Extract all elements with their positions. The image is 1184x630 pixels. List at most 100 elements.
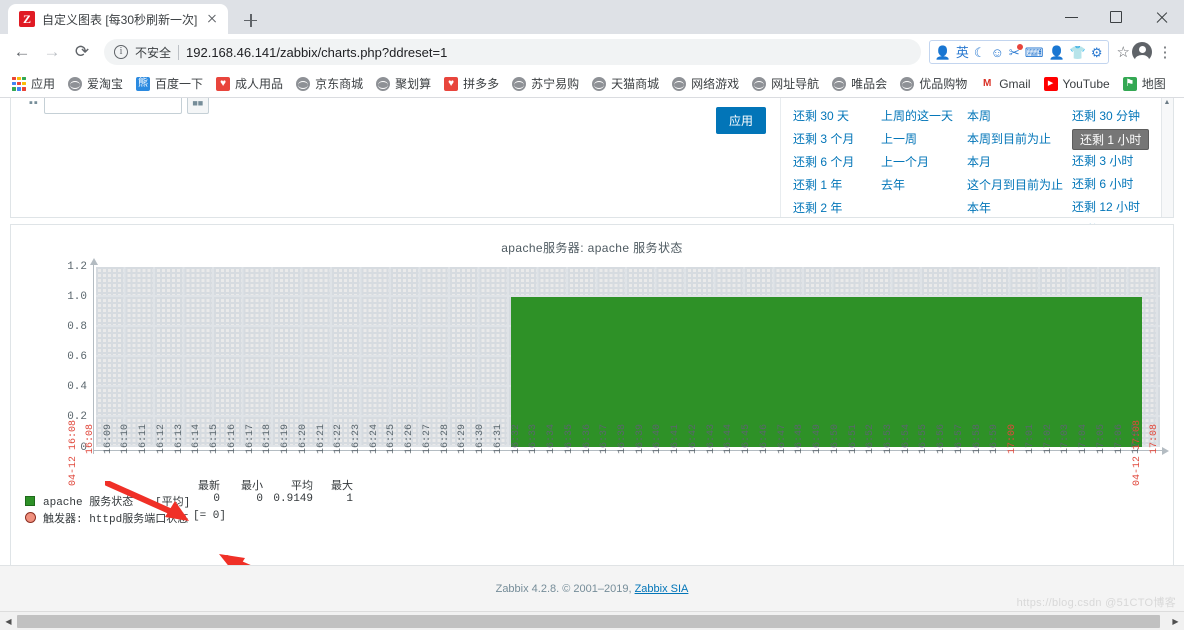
bookmark-tmall[interactable]: 天猫商城 xyxy=(586,72,665,95)
time-range-option-selected[interactable]: 还剩 1 小时 xyxy=(1072,129,1150,150)
bookmark-baidu[interactable]: 熊 百度一下 xyxy=(130,72,209,95)
time-range-option[interactable]: 还剩 30 天 xyxy=(793,105,881,128)
time-range-option[interactable]: 还剩 6 个月 xyxy=(793,151,881,174)
bookmark-juhuasuan[interactable]: 聚划算 xyxy=(370,72,437,95)
time-range-option[interactable]: 上一周 xyxy=(881,128,967,151)
close-window-icon[interactable] xyxy=(1139,0,1184,34)
maximize-icon[interactable] xyxy=(1094,0,1139,34)
x-tick-label: 16:53 xyxy=(883,423,894,454)
bookmark-adult[interactable]: ♥ 成人用品 xyxy=(210,72,289,95)
ime-keyboard-icon[interactable]: ⌨ xyxy=(1025,46,1044,59)
browser-menu-icon[interactable]: ⋮ xyxy=(1154,43,1176,61)
time-range-option[interactable]: 还剩 3 小时 xyxy=(1072,150,1172,173)
calendar-icon[interactable]: ■■ xyxy=(186,98,209,114)
profile-avatar[interactable] xyxy=(1132,42,1152,64)
x-tick-label: 17:03 xyxy=(1060,423,1072,454)
reload-icon[interactable]: ⟳ xyxy=(68,38,96,66)
baidu-icon: 熊 xyxy=(136,76,151,91)
bookmark-pinduoduo[interactable]: ♥ 拼多多 xyxy=(438,72,505,95)
pdd-icon: ♥ xyxy=(444,76,459,91)
scroll-right-icon[interactable]: ▶ xyxy=(1167,613,1184,630)
x-tick-label: 16:15 xyxy=(209,423,221,454)
globe-icon xyxy=(512,76,527,91)
x-tick-label: 16:39 xyxy=(634,423,646,454)
x-tick-label: 16:32 xyxy=(510,423,522,454)
browser-tab[interactable]: Z 自定义图表 [每30秒刷新一次] xyxy=(8,4,229,34)
trigger-name: 触发器: httpd服务端口状态 xyxy=(43,514,189,526)
x-tick-label: 16:56 xyxy=(936,423,948,454)
time-range-option[interactable]: 还剩 2 年 xyxy=(793,197,881,220)
time-range-option[interactable]: 本月 xyxy=(967,151,1072,174)
ime-smiley-icon[interactable]: ☺ xyxy=(991,46,1004,59)
bookmark-games[interactable]: 网络游戏 xyxy=(666,72,745,95)
zabbix-sia-link[interactable]: Zabbix SIA xyxy=(635,583,689,595)
ime-language-icon[interactable]: 英 xyxy=(956,46,969,59)
bookmark-apps[interactable]: 应用 xyxy=(6,72,61,95)
time-range-option[interactable]: 还剩 12 小时 xyxy=(1072,196,1172,219)
bookmark-navigation[interactable]: 网址导航 xyxy=(746,72,825,95)
time-range-option[interactable]: 本周到目前为止 xyxy=(967,128,1072,151)
minimize-icon[interactable] xyxy=(1049,0,1094,34)
back-icon[interactable]: ← xyxy=(8,38,36,66)
close-tab-icon[interactable] xyxy=(204,11,220,27)
ime-gear-icon[interactable]: ⚙ xyxy=(1091,46,1103,59)
bookmark-gmail[interactable]: M Gmail xyxy=(974,74,1036,94)
bookmark-youtube[interactable]: ▶ YouTube xyxy=(1038,74,1116,94)
series-name: apache 服务状态 xyxy=(43,497,134,509)
time-range-option[interactable]: 上一个月 xyxy=(881,151,967,174)
new-tab-button[interactable] xyxy=(236,6,264,34)
ime-shirt-icon[interactable]: 👕 xyxy=(1070,46,1086,59)
x-tick-label: 17:04 xyxy=(1078,423,1090,454)
bookmark-suning[interactable]: 苏宁易购 xyxy=(506,72,585,95)
y-tick-label: 1.2 xyxy=(67,261,87,273)
time-range-panel: ▪▪ ■■ 应用 还剩 30 天 还剩 3 个月 还剩 6 个月 还剩 1 年 … xyxy=(10,98,1174,238)
browser-window: Z 自定义图表 [每30秒刷新一次] ← → ⟳ i 不安全 192.168.4… xyxy=(0,0,1184,630)
forward-icon[interactable]: → xyxy=(38,38,66,66)
apply-button[interactable]: 应用 xyxy=(716,107,767,134)
time-range-option[interactable]: 上周的这一天 xyxy=(881,105,967,128)
bookmark-star-icon[interactable]: ☆ xyxy=(1117,43,1130,61)
bookmark-aitaobao[interactable]: 爱淘宝 xyxy=(62,72,129,95)
horizontal-scrollbar[interactable]: ◀ ▶ xyxy=(0,611,1184,630)
time-range-option[interactable]: 去年 xyxy=(881,174,967,197)
ime-moon-icon[interactable]: ☾ xyxy=(974,46,986,59)
time-range-option[interactable]: 这个月到目前为止 xyxy=(967,174,1072,197)
tab-strip: Z 自定义图表 [每30秒刷新一次] xyxy=(0,0,1184,34)
x-tick-label: 16:47 xyxy=(776,423,788,454)
legend-series-row: apache 服务状态 [平均] 0 0 0.9149 1 xyxy=(25,493,1155,510)
panel-scrollbar[interactable] xyxy=(1161,98,1173,217)
scrollbar-thumb[interactable] xyxy=(17,614,1160,628)
scroll-left-icon[interactable]: ◀ xyxy=(0,613,17,630)
youtube-icon: ▶ xyxy=(1043,76,1058,91)
x-tick-label: 16:28 xyxy=(439,423,451,454)
ime-person-icon[interactable]: 👤 xyxy=(1049,46,1065,59)
heart-icon: ♥ xyxy=(216,76,231,91)
time-range-option[interactable]: 本周 xyxy=(967,105,1072,128)
zabbix-favicon: Z xyxy=(19,11,35,27)
chart-legend: 最新 最小 平均 最大 apache 服务状态 [平均] 0 0 0.9149 … xyxy=(25,477,1155,527)
time-range-option[interactable]: 本年 xyxy=(967,197,1072,220)
time-range-option[interactable]: 还剩 3 个月 xyxy=(793,128,881,151)
ime-user-icon[interactable]: 👤 xyxy=(935,46,951,59)
series-color-swatch xyxy=(25,496,35,506)
footer-copyright: Zabbix 4.2.8. © 2001–2019, xyxy=(495,582,635,595)
time-to-input[interactable] xyxy=(43,98,182,114)
bookmark-maps[interactable]: ⚑ 地图 xyxy=(1117,72,1172,95)
x-tick-label: 16:17 xyxy=(244,423,256,454)
bookmark-vip[interactable]: 唯品会 xyxy=(826,72,893,95)
time-range-option[interactable]: 还剩 6 小时 xyxy=(1072,173,1172,196)
trigger-expression: [= 0] xyxy=(193,510,227,522)
x-tick-label: 16:50 xyxy=(829,423,841,454)
info-icon[interactable]: i xyxy=(114,45,128,59)
x-tick-label: 16:14 xyxy=(191,423,203,454)
time-range-option[interactable]: 还剩 30 分钟 xyxy=(1072,105,1172,128)
ime-toolbar[interactable]: 👤 英 ☾ ☺ ✂ ⌨ 👤 👕 ⚙ xyxy=(928,40,1109,64)
ime-scissors-icon[interactable]: ✂ xyxy=(1009,43,1023,59)
address-bar[interactable]: i 不安全 192.168.46.141/zabbix/charts.php?d… xyxy=(104,39,921,65)
time-range-option[interactable]: 还剩 1 年 xyxy=(793,174,881,197)
series-max-value: 1 xyxy=(346,493,353,505)
bookmark-youpin[interactable]: 优品购物 xyxy=(894,72,973,95)
scrollbar-track[interactable] xyxy=(17,613,1167,630)
bookmark-jd[interactable]: 京东商城 xyxy=(290,72,369,95)
x-tick-label: 16:26 xyxy=(404,423,416,454)
